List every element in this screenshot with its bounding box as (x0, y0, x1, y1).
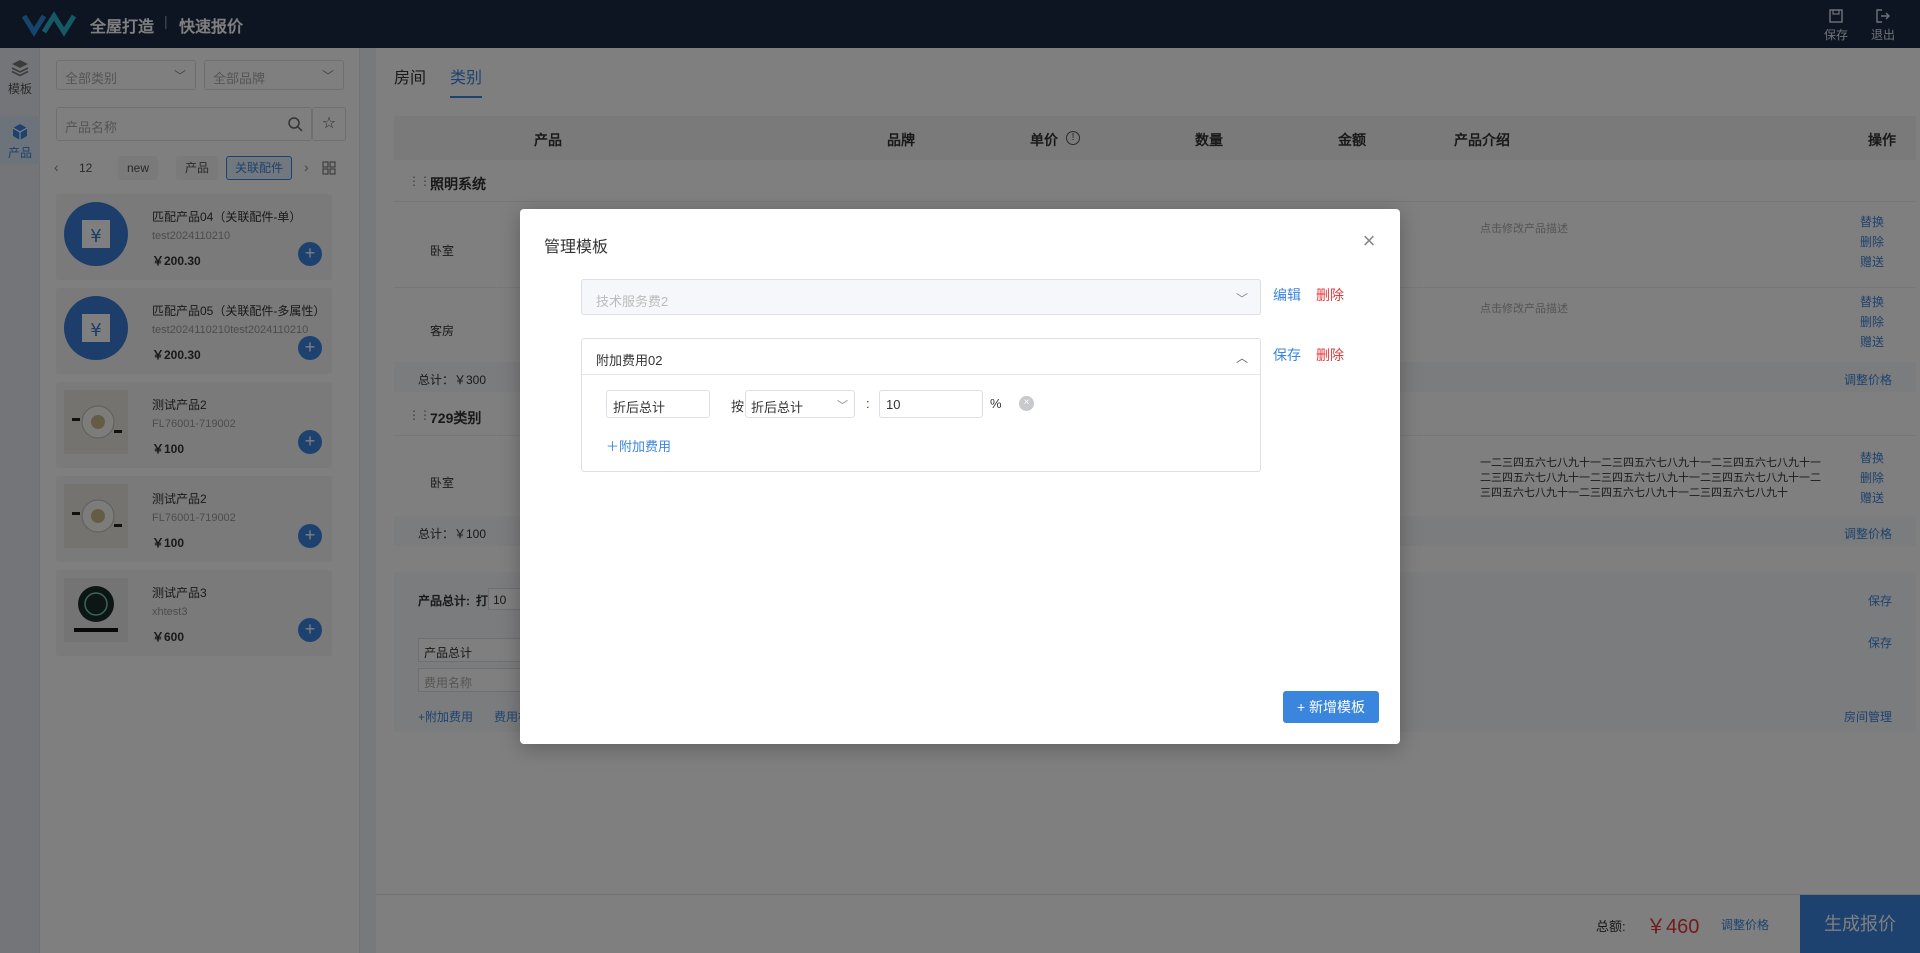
template-editor: 附加费用02 ︿ 折后总计 按 折后总计 ﹀ : 10 % × ＋附加费用 (581, 338, 1261, 472)
template-editor-header[interactable]: 附加费用02 ︿ (582, 339, 1260, 375)
add-fee-rule-label: 附加费用 (619, 439, 672, 454)
add-template-button[interactable]: + 新增模板 (1283, 691, 1379, 723)
chevron-up-icon: ︿ (1235, 351, 1248, 365)
delete-template-link[interactable]: 删除 (1316, 345, 1344, 365)
plus-icon: + (1296, 699, 1310, 715)
add-template-label: 新增模板 (1309, 699, 1366, 715)
plus-icon: ＋ (606, 439, 620, 454)
add-fee-rule-link[interactable]: ＋附加费用 (606, 436, 671, 455)
save-template-link[interactable]: 保存 (1273, 345, 1301, 365)
dialog-title: 管理模板 (544, 239, 609, 256)
template-name: 附加费用02 (596, 353, 663, 368)
by-label: 按 (731, 399, 745, 414)
fee-basis-input[interactable]: 折后总计 (606, 390, 710, 418)
template-select[interactable]: 技术服务费2 ﹀ (581, 279, 1261, 315)
fee-base-select[interactable]: 折后总计 ﹀ (745, 390, 855, 418)
manage-template-dialog: 管理模板 × 技术服务费2 ﹀ 编辑 删除 附加费用02 ︿ 折后总计 按 折后… (520, 209, 1400, 744)
close-icon[interactable]: × (1358, 230, 1380, 253)
template-select-value: 技术服务费2 (596, 294, 669, 309)
fee-base-select-value: 折后总计 (751, 400, 804, 415)
chevron-down-icon: ﹀ (1235, 292, 1248, 306)
percent-label: % (990, 396, 1002, 411)
chevron-down-icon: ﹀ (837, 400, 848, 412)
fee-percent-input[interactable]: 10 (879, 390, 983, 418)
remove-rule-icon[interactable]: × (1019, 396, 1034, 411)
edit-template-link[interactable]: 编辑 (1273, 285, 1301, 305)
delete-template-link[interactable]: 删除 (1316, 285, 1344, 305)
colon-label: : (866, 396, 870, 411)
